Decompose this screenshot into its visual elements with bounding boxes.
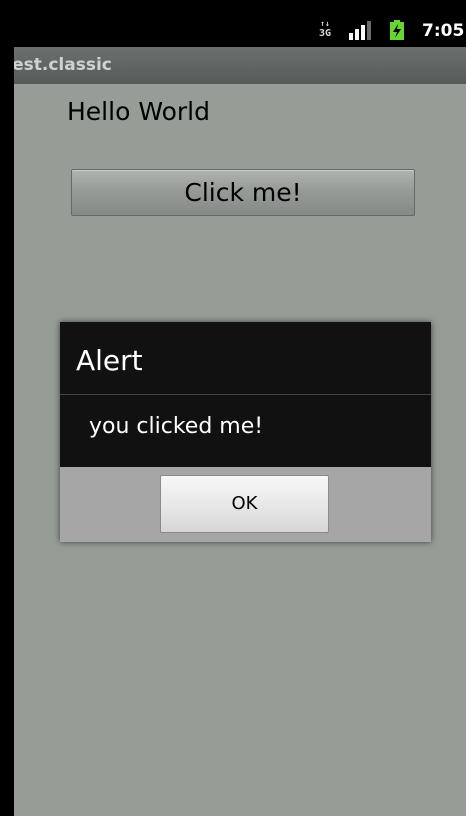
- dialog-title: Alert: [76, 344, 143, 377]
- app-title: test.classic: [14, 55, 112, 75]
- app-title-bar: test.classic: [14, 47, 466, 84]
- hello-world-text: Hello World: [67, 97, 210, 126]
- status-bar: ↑↓ 3G 7:05: [14, 0, 466, 47]
- dialog-header: Alert: [60, 322, 431, 395]
- click-me-button[interactable]: Click me!: [71, 169, 415, 216]
- battery-charging-icon: [390, 20, 404, 40]
- network-type-label: 3G: [318, 28, 332, 39]
- app-screen: ↑↓ 3G 7:05 test.classic Hello World Clic…: [14, 0, 466, 816]
- alert-dialog: Alert you clicked me! OK: [60, 322, 431, 542]
- dialog-body: you clicked me!: [60, 395, 431, 467]
- network-3g-icon: ↑↓ 3G: [317, 20, 333, 40]
- signal-bars-icon: [349, 21, 371, 40]
- status-clock: 7:05: [422, 21, 465, 41]
- ok-button[interactable]: OK: [160, 475, 329, 533]
- dialog-footer: OK: [60, 467, 431, 542]
- dialog-message: you clicked me!: [89, 414, 264, 439]
- network-arrows: ↑↓: [320, 19, 330, 28]
